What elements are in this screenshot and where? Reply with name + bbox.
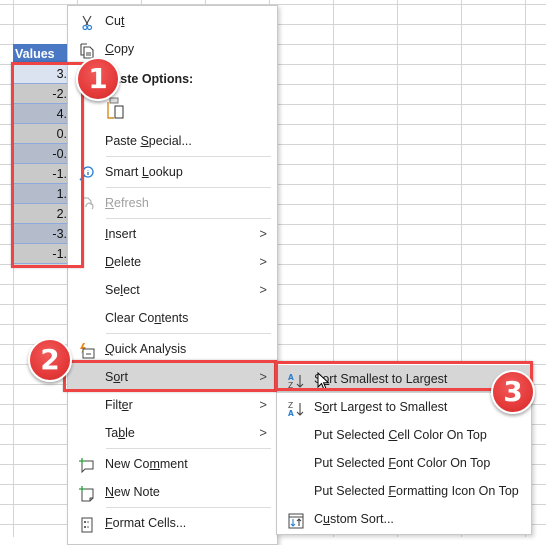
menu-separator [106,333,271,334]
chevron-right-icon: > [259,425,267,440]
submenu-item-formatting-icon-on-top[interactable]: Put Selected Formatting Icon On Top [277,477,531,505]
menu-item-select[interactable]: Select > [68,276,277,304]
chevron-right-icon: > [259,254,267,269]
menu-item-cut[interactable]: Cut [68,7,277,35]
format-cells-icon [78,515,96,533]
submenu-item-cell-color-on-top[interactable]: Put Selected Cell Color On Top [277,421,531,449]
new-note-icon [78,484,96,502]
submenu-item-custom-sort[interactable]: Custom Sort... [277,505,531,533]
new-comment-icon [78,456,96,474]
paste-icon [106,96,126,122]
chevron-right-icon: > [259,282,267,297]
scissors-icon [78,13,96,31]
step-badge-1: 1 [76,57,120,101]
custom-sort-icon [287,511,305,529]
chevron-right-icon: > [259,397,267,412]
copy-icon [78,41,96,59]
highlight-box-values-range [11,62,84,268]
submenu-item-font-color-on-top[interactable]: Put Selected Font Color On Top [277,449,531,477]
menu-item-paste-special[interactable]: Paste Special... [68,127,277,155]
menu-item-quick-analysis[interactable]: Quick Analysis [68,335,277,363]
highlight-box-sort [63,360,277,392]
menu-item-insert[interactable]: Insert > [68,220,277,248]
chevron-right-icon: > [259,226,267,241]
menu-item-filter[interactable]: Filter > [68,391,277,419]
menu-item-new-note[interactable]: New Note [68,478,277,506]
menu-separator [106,448,271,449]
menu-item-format-cells[interactable]: Format Cells... [68,509,277,537]
menu-separator [106,218,271,219]
step-badge-3: 3 [491,370,535,414]
menu-separator [106,187,271,188]
menu-item-table[interactable]: Table > [68,419,277,447]
menu-item-new-comment[interactable]: New Comment [68,450,277,478]
menu-item-refresh: Refresh [68,189,277,217]
menu-item-smart-lookup[interactable]: Smart Lookup [68,158,277,186]
menu-item-clear-contents[interactable]: Clear Contents [68,304,277,332]
sort-descending-icon: ZA [287,399,305,418]
column-header-values[interactable]: Values [13,44,67,64]
menu-item-delete[interactable]: Delete > [68,248,277,276]
quick-analysis-icon [78,341,96,359]
menu-separator [106,507,271,508]
menu-separator [106,156,271,157]
svg-text:A: A [288,409,294,417]
step-badge-2: 2 [28,338,72,382]
